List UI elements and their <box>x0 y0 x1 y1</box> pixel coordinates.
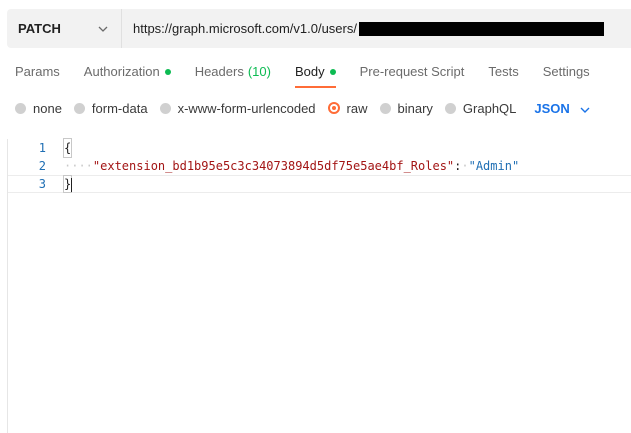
request-bar: PATCH https://graph.microsoft.com/v1.0/u… <box>7 9 631 48</box>
radio-label: form-data <box>91 100 148 116</box>
url-input[interactable]: https://graph.microsoft.com/v1.0/users/ <box>122 9 631 48</box>
radio-label: GraphQL <box>462 100 517 116</box>
chevron-down-icon <box>98 26 108 32</box>
line-code: ····"extension_bd1b95e5c3c34073894d5df75… <box>64 157 519 175</box>
radio-label: raw <box>346 100 368 116</box>
radio-circle[interactable] <box>379 102 391 114</box>
tab-label: Authorization <box>83 64 160 79</box>
line-number: 3 <box>38 177 46 191</box>
indent-guide: ···· <box>64 159 93 173</box>
radio-label: x-www-form-urlencoded <box>177 100 316 116</box>
line-code: } <box>62 175 73 193</box>
url-text: https://graph.microsoft.com/v1.0/users/ <box>133 21 357 36</box>
editor-line-current: 3 } <box>8 175 631 193</box>
radio-none[interactable]: none <box>15 101 62 116</box>
tab-label: Tests <box>488 64 519 79</box>
text-cursor <box>71 177 73 192</box>
tab-label: Body <box>294 64 325 79</box>
status-dot-icon <box>164 69 171 75</box>
json-key: "extension_bd1b95e5c3c34073894d5df75e5ae… <box>92 159 455 173</box>
headers-count: (10) <box>247 64 271 79</box>
line-number: 2 <box>38 159 46 173</box>
radio-raw[interactable]: raw <box>327 100 368 116</box>
radio-circle[interactable] <box>15 102 26 114</box>
editor-line: 1 { <box>8 138 631 158</box>
language-label: JSON <box>534 100 570 116</box>
method-label: PATCH <box>18 21 61 36</box>
radio-circle[interactable] <box>73 102 85 114</box>
radio-circle-checked[interactable] <box>327 102 340 114</box>
body-type-options: none form-data x-www-form-urlencoded raw… <box>15 99 590 117</box>
line-number: 1 <box>38 141 46 155</box>
tab-params[interactable]: Params <box>15 62 60 88</box>
tab-tests[interactable]: Tests <box>488 62 518 88</box>
language-select[interactable]: JSON <box>534 100 590 116</box>
tab-settings[interactable]: Settings <box>543 62 590 88</box>
tab-label: Settings <box>542 64 590 79</box>
radio-binary[interactable]: binary <box>379 100 433 116</box>
tab-label: Params <box>15 64 60 79</box>
json-value: "Admin" <box>468 159 520 173</box>
radio-label: none <box>33 100 62 116</box>
code-editor[interactable]: 1 { 2 ····"extension_bd1b95e5c3c34073894… <box>7 138 631 433</box>
close-brace: } <box>62 175 73 193</box>
tab-authorization[interactable]: Authorization <box>84 62 171 88</box>
app-root: PATCH https://graph.microsoft.com/v1.0/u… <box>0 0 631 433</box>
status-dot-icon <box>329 69 336 75</box>
radio-circle[interactable] <box>444 102 456 114</box>
space-marker: · <box>461 159 469 173</box>
tab-headers[interactable]: Headers (10) <box>195 62 271 88</box>
method-select[interactable]: PATCH <box>7 9 122 48</box>
request-tabs: Params Authorization Headers (10) Body P… <box>15 62 631 88</box>
tab-label: Pre-request Script <box>359 64 465 79</box>
chevron-down-icon <box>580 101 590 116</box>
radio-label: binary <box>397 100 433 116</box>
tab-label: Headers <box>194 64 244 79</box>
tab-body[interactable]: Body <box>294 62 336 88</box>
radio-circle[interactable] <box>159 102 171 114</box>
open-brace: { <box>62 138 73 158</box>
editor-line: 2 ····"extension_bd1b95e5c3c34073894d5df… <box>8 157 631 175</box>
tab-pre-request-script[interactable]: Pre-request Script <box>360 62 465 88</box>
radio-form-data[interactable]: form-data <box>73 100 148 116</box>
radio-graphql[interactable]: GraphQL <box>444 100 517 116</box>
redacted-block <box>358 21 604 36</box>
radio-x-www-form-urlencoded[interactable]: x-www-form-urlencoded <box>159 100 316 116</box>
line-code: { <box>62 138 73 158</box>
